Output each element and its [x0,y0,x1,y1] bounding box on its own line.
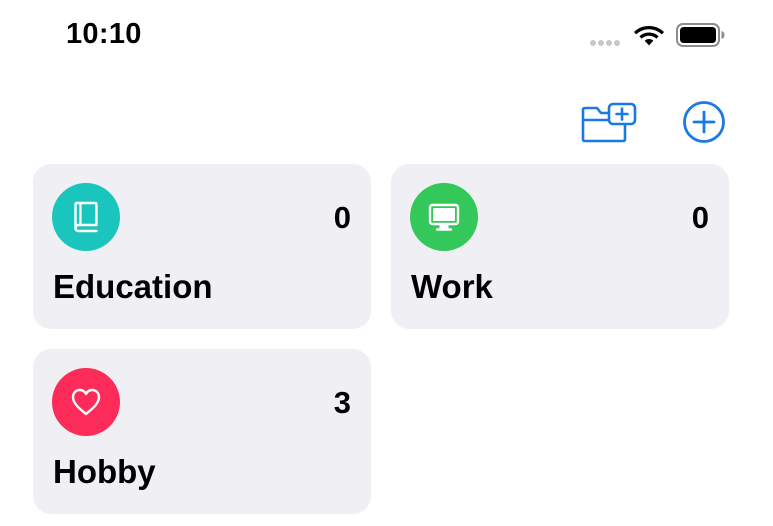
category-title: Education [53,268,213,305]
status-bar: 10:10 [0,0,773,70]
signal-dots-icon [590,40,620,46]
category-icon-circle [52,183,120,251]
status-time: 10:10 [66,18,142,50]
battery-icon [676,23,725,47]
category-title: Work [411,268,493,305]
new-folder-icon [581,102,637,143]
category-icon-circle [52,368,120,436]
book-icon [74,201,98,233]
wifi-icon [634,26,664,46]
category-count: 0 [691,200,709,235]
category-card-hobby[interactable]: 3 Hobby [33,349,371,514]
desktop-icon [428,203,460,231]
heart-icon [71,388,101,416]
add-button[interactable] [681,100,727,144]
category-icon-circle [410,183,478,251]
category-card-education[interactable]: 0 Education [33,164,371,329]
add-circle-icon [683,101,725,143]
category-card-work[interactable]: 0 Work [391,164,729,329]
category-title: Hobby [53,453,156,490]
category-count: 0 [333,200,351,235]
category-count: 3 [333,385,351,420]
new-folder-button[interactable] [579,101,639,143]
